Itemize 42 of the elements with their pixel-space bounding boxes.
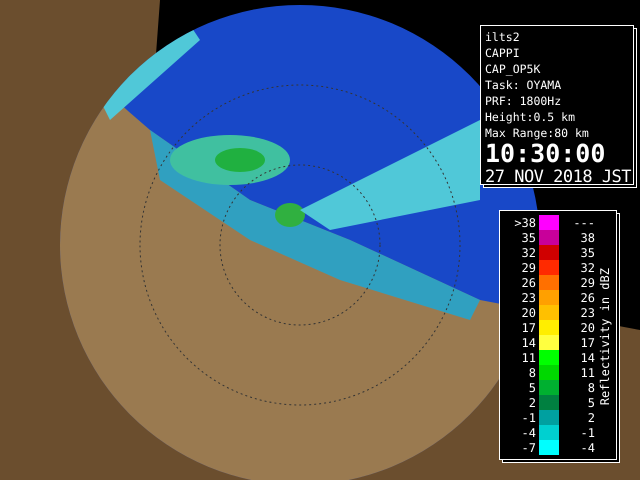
legend-value: 14 (520, 336, 537, 350)
legend-value: 11 (580, 366, 595, 380)
legend-value: 23 (580, 306, 595, 320)
legend-value: -7 (520, 440, 537, 454)
legend-value: -1 (520, 410, 537, 424)
legend-value: 26 (520, 276, 537, 290)
info-text: Max Range:80 km (485, 125, 590, 141)
legend-value: 5 (528, 380, 537, 394)
legend-value: 35 (580, 246, 595, 260)
legend-value: --- (572, 216, 595, 230)
info-text: ilts2 (485, 29, 521, 45)
legend-value: -4 (520, 426, 537, 440)
legend-value: 32 (580, 260, 595, 274)
legend-value: 20 (520, 306, 537, 320)
legend-value: >38 (513, 216, 537, 230)
legend-value: 35 (520, 230, 537, 244)
time-text: 10:30:00 (485, 141, 606, 167)
legend-value: 14 (580, 350, 595, 364)
info-text: Height:0.5 km (485, 109, 576, 125)
legend-title: Reflectivity in dBZ (598, 268, 612, 406)
legend-value: 8 (528, 366, 537, 380)
legend-value: 2 (586, 410, 595, 424)
legend-value: 20 (580, 320, 595, 334)
legend-value: 29 (520, 260, 537, 274)
legend-value: 17 (580, 336, 595, 350)
info-text: CAP_OP5K (485, 61, 542, 77)
legend-value: 5 (586, 396, 595, 410)
date-text: 27 NOV 2018 JST (485, 167, 632, 187)
legend-value: 38 (580, 230, 595, 244)
info-text: PRF: 1800Hz (485, 93, 562, 109)
info-text: CAPPI (485, 45, 521, 61)
legend-value: 26 (580, 290, 595, 304)
legend-value: 11 (520, 350, 537, 364)
legend-value: -1 (580, 426, 595, 440)
info-text: Task: OYAMA (485, 77, 562, 93)
legend-value: 23 (520, 290, 537, 304)
legend-value: 29 (580, 276, 595, 290)
legend-value: 8 (586, 380, 595, 394)
legend-value: 17 (520, 320, 537, 334)
legend-value: -4 (580, 440, 595, 454)
legend-value: 32 (520, 246, 537, 260)
legend-value: 2 (528, 396, 537, 410)
